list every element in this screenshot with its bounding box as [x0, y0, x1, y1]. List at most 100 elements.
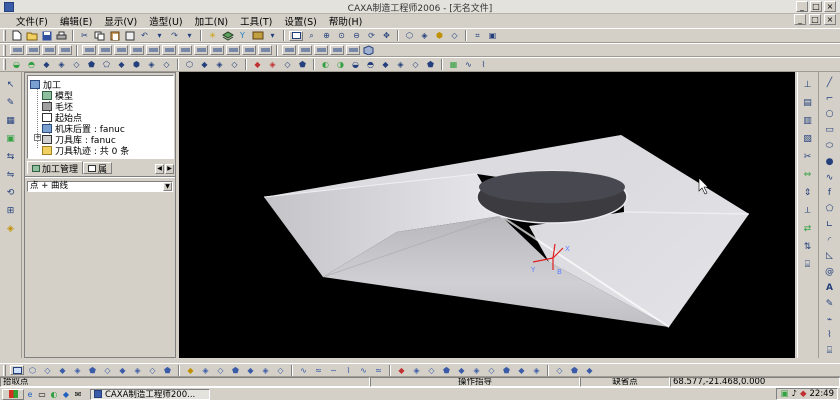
- polygon-icon[interactable]: ⬠: [823, 202, 837, 216]
- toolbar-grip[interactable]: [3, 30, 6, 41]
- surface-tool-icon[interactable]: ◈: [212, 59, 227, 71]
- status-tool-icon[interactable]: ⬟: [85, 364, 100, 376]
- chevron-down-icon[interactable]: ▾: [265, 30, 280, 42]
- status-tool-icon[interactable]: ◈: [198, 364, 213, 376]
- curve-edit-icon[interactable]: ⇅: [801, 240, 815, 254]
- copy-icon[interactable]: [92, 30, 107, 42]
- tab-properties[interactable]: 属: [83, 162, 113, 175]
- expand-toggle[interactable]: +: [34, 134, 41, 141]
- status-tool-icon[interactable]: ◈: [469, 364, 484, 376]
- surface-tool-icon[interactable]: ⬟: [84, 59, 99, 71]
- tool-button-1[interactable]: [10, 45, 24, 55]
- menu-modeling[interactable]: 造型(U): [143, 14, 188, 28]
- mdi-minimize-button[interactable]: _: [794, 14, 806, 25]
- rectangle-icon[interactable]: ▭: [823, 123, 837, 137]
- status-tool-icon[interactable]: ◇: [484, 364, 499, 376]
- menu-file[interactable]: 文件(F): [10, 14, 54, 28]
- status-tool-icon[interactable]: ◆: [55, 364, 70, 376]
- shaded-icon[interactable]: ⬢: [432, 30, 447, 42]
- menu-settings[interactable]: 设置(S): [278, 14, 322, 28]
- status-tool-icon[interactable]: ∿: [296, 364, 311, 376]
- graphics-viewport[interactable]: Y X B: [179, 72, 795, 358]
- status-tool-icon[interactable]: ≈: [371, 364, 386, 376]
- cube-icon[interactable]: [361, 44, 376, 56]
- redo-icon[interactable]: ↷: [167, 30, 182, 42]
- scale-icon[interactable]: ◈: [4, 222, 18, 236]
- rotate-icon[interactable]: ⟳: [364, 30, 379, 42]
- machining-tool-icon[interactable]: ⬟: [423, 59, 438, 71]
- layer-panel-icon[interactable]: ▣: [4, 132, 18, 146]
- tool-button-20[interactable]: [330, 45, 344, 55]
- window-icon[interactable]: [289, 30, 303, 41]
- machining-tool-icon[interactable]: ◆: [378, 59, 393, 71]
- tool-button-5[interactable]: [82, 45, 96, 55]
- toolbar-grip[interactable]: [3, 364, 6, 376]
- sketch-icon[interactable]: ✎: [4, 96, 18, 110]
- surface-tool-icon[interactable]: ◓: [24, 59, 39, 71]
- tool-button-18[interactable]: [298, 45, 312, 55]
- tray-shield-icon[interactable]: ◆: [800, 389, 807, 399]
- status-tool-icon[interactable]: ⬟: [228, 364, 243, 376]
- layer-icon[interactable]: [220, 30, 235, 42]
- menu-machining[interactable]: 加工(N): [189, 14, 235, 28]
- status-tool-icon[interactable]: ◆: [243, 364, 258, 376]
- status-tool-icon[interactable]: ◆: [582, 364, 597, 376]
- status-tool-icon[interactable]: ⬟: [439, 364, 454, 376]
- status-tool-icon[interactable]: ∿: [356, 364, 371, 376]
- quicklaunch-app-icon[interactable]: ◐: [48, 389, 60, 399]
- zoom-in-icon[interactable]: ⊕: [319, 30, 334, 42]
- surface-tool-icon[interactable]: ⬢: [129, 59, 144, 71]
- open-folder-icon[interactable]: [24, 30, 39, 42]
- new-file-icon[interactable]: [9, 30, 24, 42]
- tab-scroll-left-button[interactable]: ◀: [155, 164, 164, 174]
- tool-button-4[interactable]: [58, 45, 72, 55]
- curve-edit-icon[interactable]: ✂: [801, 150, 815, 164]
- curve-edit-icon[interactable]: ⇕: [801, 186, 815, 200]
- machining-tool-icon[interactable]: ◑: [333, 59, 348, 71]
- status-tool-icon[interactable]: ⬟: [499, 364, 514, 376]
- edit-curve-icon[interactable]: ⌁: [823, 313, 837, 327]
- machining-tool-icon[interactable]: ◐: [318, 59, 333, 71]
- status-tool-icon[interactable]: ◆: [514, 364, 529, 376]
- status-tool-icon[interactable]: ∽: [326, 364, 341, 376]
- tool-button-6[interactable]: [98, 45, 112, 55]
- surface-tool-icon[interactable]: ◆: [197, 59, 212, 71]
- status-tool-icon[interactable]: ◈: [258, 364, 273, 376]
- chevron-down-icon[interactable]: ▼: [163, 182, 172, 191]
- tool-button-7[interactable]: [114, 45, 128, 55]
- coordinate-system-icon[interactable]: ⊥: [801, 78, 815, 92]
- status-tool-icon[interactable]: ⬡: [25, 364, 40, 376]
- menu-view[interactable]: 显示(V): [98, 14, 143, 28]
- status-tool-icon[interactable]: [10, 365, 24, 375]
- chevron-down-icon[interactable]: ▾: [182, 30, 197, 42]
- feature-tool-icon[interactable]: ◆: [250, 59, 265, 71]
- pick-mode-select[interactable]: 点 + 曲线 ▼: [27, 181, 173, 192]
- transform-icon[interactable]: ⇆: [4, 150, 18, 164]
- mdi-close-button[interactable]: ×: [824, 14, 836, 25]
- maximize-button[interactable]: □: [810, 1, 822, 12]
- ellipse-icon[interactable]: ⬭: [823, 139, 837, 153]
- tool-button-14[interactable]: [226, 45, 240, 55]
- tool-button-13[interactable]: [210, 45, 224, 55]
- status-tool-icon[interactable]: ◇: [100, 364, 115, 376]
- status-tool-icon[interactable]: ◆: [454, 364, 469, 376]
- tab-machining-manager[interactable]: 加工管理: [27, 161, 84, 175]
- cut-icon[interactable]: ✂: [77, 30, 92, 42]
- chevron-down-icon[interactable]: ▾: [152, 30, 167, 42]
- tool-button-19[interactable]: [314, 45, 328, 55]
- machining-tool-icon[interactable]: ∿: [461, 59, 476, 71]
- status-tool-icon[interactable]: ◇: [552, 364, 567, 376]
- view-icon[interactable]: ▥: [801, 114, 815, 128]
- pointer-icon[interactable]: ↖: [4, 78, 18, 92]
- tool-button-11[interactable]: [178, 45, 192, 55]
- point-icon[interactable]: ●: [823, 155, 837, 169]
- array-icon[interactable]: ⊞: [4, 204, 18, 218]
- surface-tool-icon[interactable]: ◒: [9, 59, 24, 71]
- toolbar-grip[interactable]: [3, 59, 6, 70]
- surface-tool-icon[interactable]: ◈: [54, 59, 69, 71]
- status-tool-icon[interactable]: ◇: [213, 364, 228, 376]
- surface-tool-icon[interactable]: ⬡: [182, 59, 197, 71]
- simulate-icon[interactable]: ▣: [485, 30, 500, 42]
- clock[interactable]: 22:49: [810, 389, 835, 399]
- mdi-restore-button[interactable]: □: [809, 14, 821, 25]
